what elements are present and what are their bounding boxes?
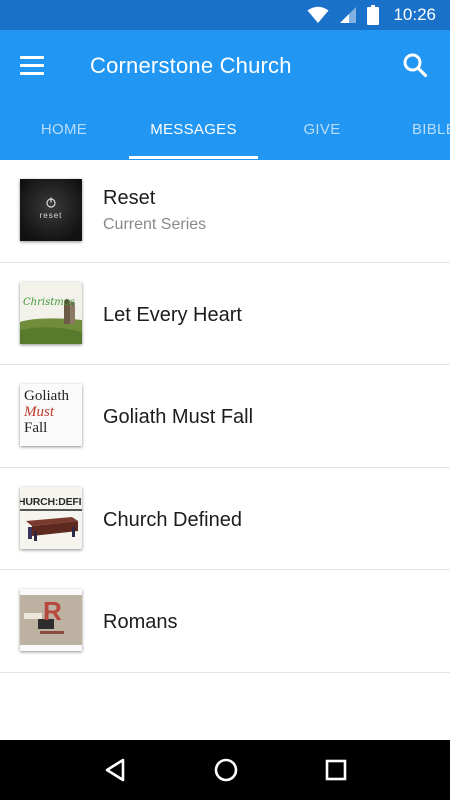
series-title: Romans (103, 611, 178, 633)
back-icon[interactable] (103, 757, 127, 783)
series-title: Let Every Heart (103, 303, 242, 326)
list-item[interactable]: Goliath Must Fall Goliath Must Fall (0, 365, 450, 468)
recents-icon[interactable] (325, 759, 347, 781)
status-bar: 10:26 (0, 0, 450, 30)
series-thumbnail: HURCH:DEFINE (20, 486, 82, 549)
search-icon[interactable] (402, 52, 428, 78)
thumb-text: HURCH:DEFINE (20, 495, 82, 508)
series-thumbnail: Christmas (20, 281, 82, 344)
series-thumbnail: reset (20, 179, 82, 241)
thumb-text-line: Fall (24, 420, 48, 436)
thumb-text: R (43, 596, 62, 626)
thumb-text-line: Goliath (24, 388, 69, 404)
series-title: Reset (103, 187, 156, 209)
tab-bible[interactable]: BIBLE (394, 100, 450, 160)
home-icon[interactable] (213, 757, 239, 783)
thumb-text-line: Must (24, 404, 54, 420)
series-thumbnail: Goliath Must Fall (20, 384, 82, 446)
series-list: reset Reset Current Series Christmas Let… (0, 160, 450, 673)
series-subtitle: Current Series (103, 216, 207, 233)
app-title: Cornerstone Church (90, 53, 292, 78)
system-nav-bar (0, 740, 450, 800)
status-time: 10:26 (393, 5, 436, 24)
tab-bar: HOME MESSAGES GIVE BIBLE (0, 100, 450, 160)
list-item[interactable]: HURCH:DEFINE Church Defined (0, 468, 450, 570)
tab-indicator (129, 156, 258, 159)
thumb-text: reset (39, 211, 63, 220)
list-item[interactable]: Christmas Let Every Heart (0, 263, 450, 365)
wifi-icon (307, 6, 329, 23)
series-title: Goliath Must Fall (103, 406, 254, 428)
thumb-text: Christmas (23, 296, 75, 308)
menu-icon[interactable] (20, 52, 50, 78)
tab-give[interactable]: GIVE (282, 100, 362, 160)
tab-home[interactable]: HOME (24, 100, 104, 160)
battery-icon (367, 5, 380, 25)
series-title: Church Defined (103, 508, 242, 531)
series-thumbnail: R (20, 589, 82, 651)
tab-messages[interactable]: MESSAGES (129, 100, 258, 160)
list-item[interactable]: R Romans (0, 570, 450, 673)
cell-signal-icon (340, 7, 357, 23)
app-bar: Cornerstone Church HOME MESSAGES GIVE BI… (0, 30, 450, 160)
list-item[interactable]: reset Reset Current Series (0, 160, 450, 263)
